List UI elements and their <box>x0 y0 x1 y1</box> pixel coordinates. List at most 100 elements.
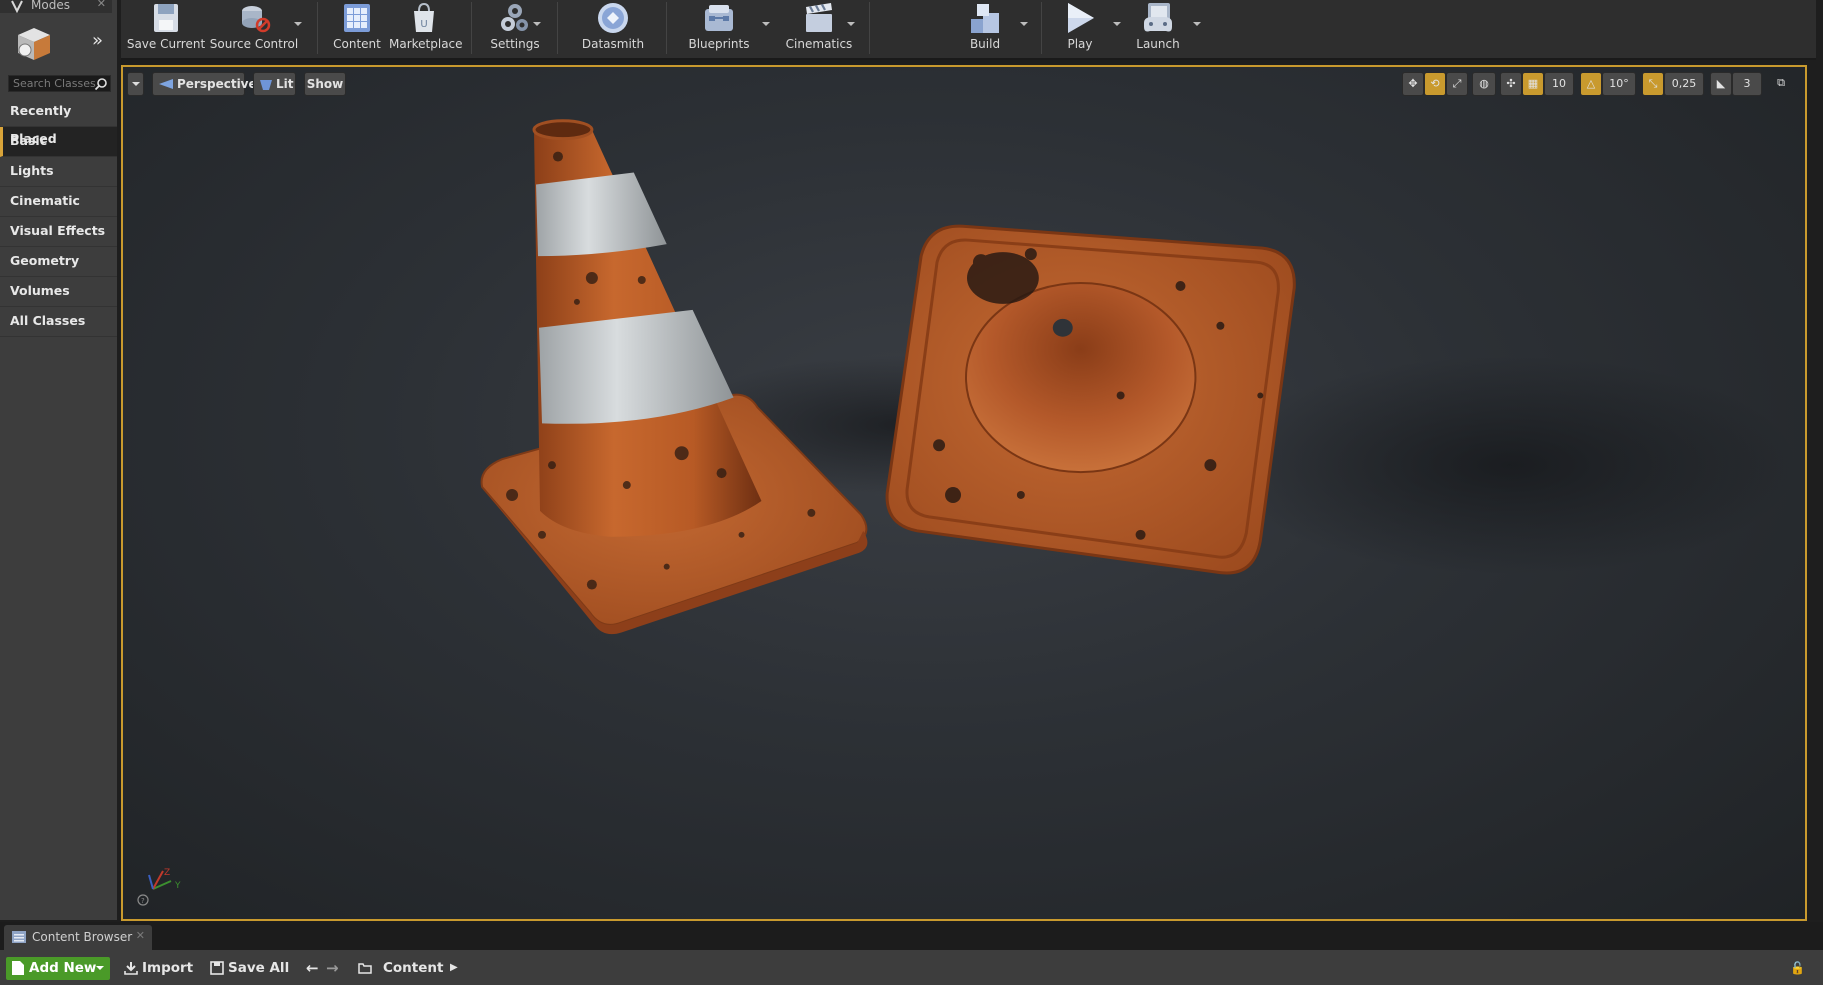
import-label: Import <box>142 960 194 976</box>
cinematics-dropdown-arrow[interactable] <box>847 22 855 26</box>
level-viewport[interactable]: Perspective Lit Show ✥ ⟲ ⤢ ◍ ✣ ▦ 10 △ 10… <box>121 65 1807 921</box>
close-icon[interactable]: ✕ <box>97 0 106 10</box>
viewport-options-dropdown[interactable] <box>127 72 144 96</box>
launch-button[interactable]: Launch <box>1125 0 1191 58</box>
settings-button[interactable]: Settings <box>479 0 551 58</box>
save-all-label: Save All <box>228 960 290 976</box>
svg-text:Z: Z <box>164 868 170 878</box>
mode-category-list: Recently Placed Basic Lights Cinematic V… <box>0 97 117 337</box>
viewport-snap-toolbar: ✥ ⟲ ⤢ ◍ ✣ ▦ 10 △ 10° ⤡ 0,25 ◣ 3 ⧉ <box>1402 72 1797 96</box>
marketplace-button[interactable]: U Marketplace <box>389 0 463 58</box>
save-all-button[interactable]: Save All <box>210 957 290 980</box>
save-icon <box>154 4 178 32</box>
new-file-icon <box>12 961 24 975</box>
axis-gizmo-icon: Z Y ? <box>137 868 181 906</box>
world-space-icon[interactable]: ◍ <box>1472 72 1496 96</box>
main-toolbar: Save Current Source Control Content U Ma… <box>121 0 1816 60</box>
cinematics-button[interactable]: Cinematics <box>776 0 862 58</box>
traffic-cone-inverted[interactable] <box>885 224 1296 575</box>
show-label: Show <box>306 77 344 91</box>
svg-text:?: ? <box>141 897 145 905</box>
camera-speed-icon[interactable]: ◣ <box>1710 72 1732 96</box>
import-button[interactable]: Import <box>124 957 194 980</box>
scale-snap-icon[interactable]: ⤡ <box>1642 72 1664 96</box>
cone-shadow <box>1220 355 1800 575</box>
save-current-button[interactable]: Save Current <box>125 0 207 58</box>
category-all-classes[interactable]: All Classes <box>0 307 117 337</box>
content-browser-tab-label: Content Browser <box>32 930 133 944</box>
settings-gears-icon <box>501 4 528 31</box>
category-lights[interactable]: Lights <box>0 157 117 187</box>
perspective-label: Perspective <box>177 77 257 91</box>
category-volumes[interactable]: Volumes <box>0 277 117 307</box>
toolbar-separator <box>471 2 472 54</box>
grid-snap-icon[interactable]: ▦ <box>1522 72 1544 96</box>
content-button[interactable]: Content <box>325 0 389 58</box>
add-new-button[interactable]: Add New <box>6 957 110 980</box>
blueprints-button[interactable]: Blueprints <box>676 0 762 58</box>
category-cinematic[interactable]: Cinematic <box>0 187 117 217</box>
marketplace-icon: U <box>414 2 434 32</box>
launch-dropdown-arrow[interactable] <box>1193 22 1201 26</box>
lit-button[interactable]: Lit <box>253 72 296 96</box>
perspective-button[interactable]: Perspective <box>152 72 257 96</box>
surface-snap-icon[interactable]: ✣ <box>1500 72 1522 96</box>
toolbar-separator <box>666 2 667 54</box>
rotation-snap-value[interactable]: 10° <box>1602 72 1636 96</box>
chevron-double-right-icon[interactable]: » <box>92 30 112 54</box>
save-icon <box>210 961 224 975</box>
modes-tab[interactable]: Modes ✕ <box>0 0 112 13</box>
folder-icon <box>358 963 372 974</box>
forward-arrow-icon[interactable]: → <box>326 957 342 980</box>
content-browser-tab[interactable]: Content Browser ✕ <box>4 925 152 950</box>
play-button[interactable]: Play <box>1051 0 1109 58</box>
content-browser-toolbar: Add New Import Save All ← → Content ▶ 🔓 <box>0 950 1823 985</box>
source-control-dropdown-arrow[interactable] <box>294 22 302 26</box>
translate-mode-button[interactable]: ✥ <box>1402 72 1424 96</box>
source-control-icon <box>242 6 271 33</box>
rotate-mode-button[interactable]: ⟲ <box>1424 72 1446 96</box>
scale-snap-value[interactable]: 0,25 <box>1664 72 1704 96</box>
toolbar-separator <box>869 2 870 54</box>
blueprints-icon <box>705 5 733 31</box>
clapperboard-icon <box>806 3 832 32</box>
lock-icon[interactable]: 🔓 <box>1790 957 1806 980</box>
scale-mode-button[interactable]: ⤢ <box>1446 72 1468 96</box>
modes-icon <box>11 0 23 13</box>
import-icon <box>124 962 138 975</box>
play-icon <box>1068 3 1094 33</box>
path-content-label: Content <box>383 960 444 976</box>
close-icon[interactable]: ✕ <box>136 929 145 942</box>
svg-text:Y: Y <box>174 881 181 891</box>
lit-sphere-icon <box>260 80 272 90</box>
build-blocks-icon <box>971 4 999 33</box>
search-icon[interactable] <box>94 77 108 91</box>
category-visual-effects[interactable]: Visual Effects <box>0 217 117 247</box>
category-recently-placed[interactable]: Recently Placed <box>0 97 117 146</box>
camera-speed-value[interactable]: 3 <box>1732 72 1762 96</box>
rotation-snap-icon[interactable]: △ <box>1580 72 1602 96</box>
play-dropdown-arrow[interactable] <box>1113 22 1121 26</box>
category-geometry[interactable]: Geometry <box>0 247 117 277</box>
modes-tab-label: Modes <box>31 0 70 12</box>
source-control-button[interactable]: Source Control <box>209 0 299 58</box>
grid-snap-value[interactable]: 10 <box>1544 72 1574 96</box>
toolbar-separator <box>317 2 318 54</box>
path-content-button[interactable]: Content <box>358 957 458 980</box>
datasmith-button[interactable]: Datasmith <box>567 0 659 58</box>
toolbar-separator <box>557 2 558 54</box>
svg-text:U: U <box>420 19 427 30</box>
chevron-down-icon <box>96 966 104 970</box>
back-arrow-icon[interactable]: ← <box>306 957 322 980</box>
path-chevron-right-icon[interactable]: ▶ <box>450 957 462 980</box>
content-browser-tabbar: Content Browser ✕ <box>0 922 1823 950</box>
place-mode-icon[interactable] <box>14 26 54 62</box>
category-basic[interactable]: Basic <box>0 127 117 157</box>
blueprints-dropdown-arrow[interactable] <box>762 22 770 26</box>
build-button[interactable]: Build <box>936 0 1034 58</box>
build-dropdown-arrow[interactable] <box>1020 22 1028 26</box>
viewport-scene[interactable] <box>123 67 1805 919</box>
maximize-viewport-icon[interactable]: ⧉ <box>1770 72 1792 96</box>
show-button[interactable]: Show <box>304 72 346 96</box>
settings-dropdown-arrow[interactable] <box>533 22 541 26</box>
